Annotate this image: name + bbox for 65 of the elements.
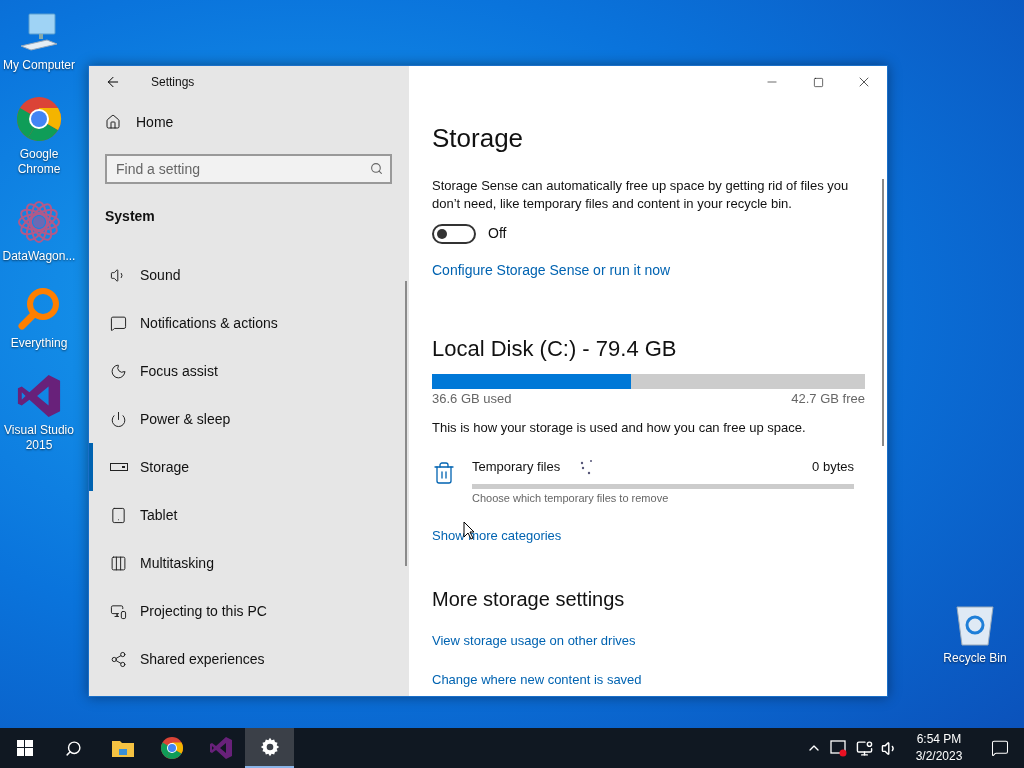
nav-item[interactable]: Shared experiences [89,635,409,683]
folder-icon [111,739,134,757]
clock[interactable]: 6:54 PM 3/2/2023 [908,731,970,765]
search-icon [65,739,82,757]
network-icon[interactable] [856,739,873,757]
search-field[interactable]: Find a setting [105,154,392,184]
nav-item[interactable]: Projecting to this PC [89,587,409,635]
show-more-link[interactable]: Show more categories [432,526,562,546]
multitasking-icon [110,554,127,572]
visual-studio-logo-icon [208,736,233,760]
share-icon [110,650,127,668]
free-space-text: 42.7 GB free [791,390,865,408]
toggle-switch[interactable] [432,223,476,244]
taskbar-app-button[interactable] [245,728,294,768]
search-icon [370,162,383,175]
power-icon [110,410,127,428]
page-heading: Storage [432,122,524,154]
magnifier-icon [16,286,62,332]
maximize-icon [812,76,824,88]
chrome-logo-icon [15,95,63,143]
desktop-icon-label[interactable]: My Computer [3,58,75,73]
desktop-icon-label[interactable]: Visual Studio 2015 [1,423,77,453]
windows-logo-icon [16,740,33,756]
drive-icon [109,463,128,471]
scrollbar[interactable] [405,281,407,566]
category-size: 0 bytes [812,458,854,477]
usage-note-text: This is how your storage is used and how you can free up space. [432,419,806,437]
settings-link[interactable]: View storage usage on other drives [432,631,636,651]
recycle-bin-icon [955,603,995,647]
section-heading: System [105,207,156,226]
nav-item[interactable]: Tablet [89,491,409,539]
description-text: Storage Sense can automatically free up space by getting rid of files you don’t need, like temporary files and content in your recycle bin. [432,177,850,213]
used-space-text: 36.6 GB used [432,390,512,408]
desktop-icon-label[interactable]: DataWagon... [2,249,76,264]
visual-studio-logo-icon [16,373,62,419]
disk-heading: Local Disk (C:) - 79.4 GB [432,335,677,363]
desktop-icon-label[interactable]: Google Chrome [1,147,77,177]
scrollbar[interactable] [882,179,884,446]
home-icon [105,114,121,130]
nav-item[interactable]: Power & sleep [89,395,409,443]
home-nav-item[interactable]: Home [89,98,409,146]
settings-link[interactable]: Change where new content is saved [432,670,642,690]
desktop-icon-label[interactable]: Recycle Bin [943,651,1007,666]
configure-link[interactable]: Configure Storage Sense or run it now [432,260,671,280]
screens-icon [110,602,127,620]
section-heading: More storage settings [432,587,625,612]
window-title: Settings [151,74,195,91]
chrome-logo-icon [159,736,184,760]
nav-item[interactable]: Focus assist [89,347,409,395]
speech-bubble-icon [991,739,1009,757]
toggle-state-label: Off [488,224,507,243]
moon-icon [110,362,127,380]
tablet-icon [110,506,127,524]
nav-item[interactable]: Multitasking [89,539,409,587]
nav-item[interactable]: Notifications & actions [89,299,409,347]
mandala-icon [16,199,62,245]
nav-item[interactable]: Sound [89,251,409,299]
update-status-icon[interactable] [830,739,848,757]
desktop-icon-label[interactable]: Everything [10,336,68,351]
category-description: Choose which temporary files to remove [472,491,670,506]
category-name[interactable]: Temporary files [472,457,561,477]
speech-bubble-icon [110,314,127,332]
gear-icon [259,737,280,757]
trash-icon [432,461,456,485]
loading-spinner-icon [580,458,595,476]
